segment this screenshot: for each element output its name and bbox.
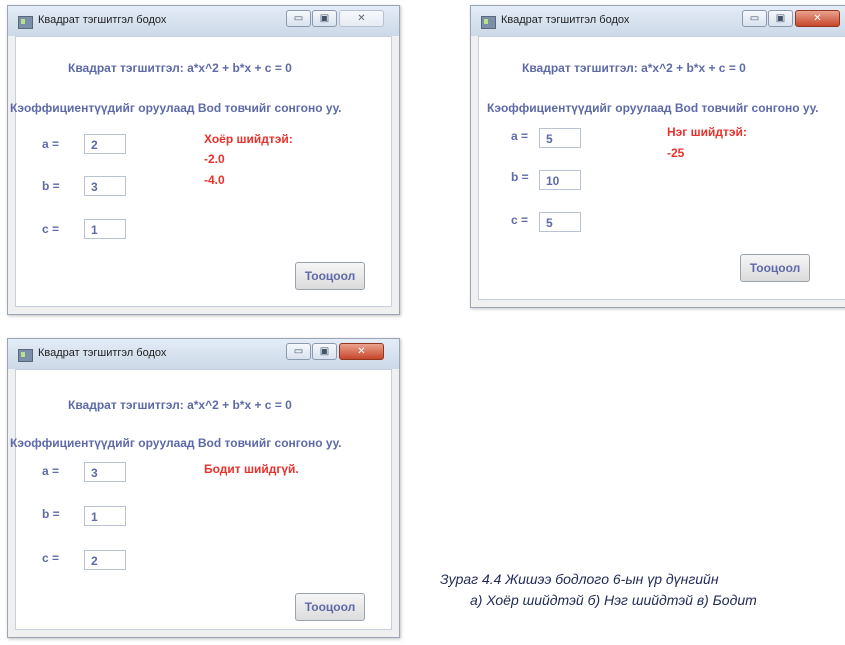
minimize-icon[interactable]: ▭ xyxy=(286,343,311,360)
b-label: b = xyxy=(42,507,60,521)
result-title: Хоёр шийдтэй: xyxy=(204,132,293,146)
figure-caption-line-2: а) Хоёр шийдтэй б) Нэг шийдтэй в) Бодит xyxy=(470,592,757,608)
calculate-button[interactable]: Тооцоол xyxy=(740,254,810,282)
b-input[interactable]: 3 xyxy=(84,176,126,196)
instruction-label: Кэоффициентүүдийг оруулаад Bod товчийг с… xyxy=(10,436,342,450)
title-bar[interactable]: Квадрат тэгшитгэл бодох ▭ ▣ ✕ xyxy=(471,6,845,36)
calculate-button[interactable]: Тооцоол xyxy=(295,593,365,621)
title-bar[interactable]: Квадрат тэгшитгэл бодох ▭ ▣ ✕ xyxy=(8,339,399,369)
calculate-button[interactable]: Тооцоол xyxy=(295,262,365,290)
window-title: Квадрат тэгшитгэл бодох xyxy=(38,347,167,359)
instruction-label: Кэоффициентүүдийг оруулаад Bod товчийг с… xyxy=(487,101,819,115)
minimize-icon[interactable]: ▭ xyxy=(286,10,311,27)
window-client: Квадрат тэгшитгэл: a*x^2 + b*x + c = 0 К… xyxy=(10,369,392,630)
b-label: b = xyxy=(511,170,529,184)
figure-caption-line-1: Зураг 4.4 Жишээ бодлогo 6-ын үр дүнгийн xyxy=(440,571,719,587)
window-title: Квадрат тэгшитгэл бодох xyxy=(501,14,630,26)
title-bar[interactable]: Квадрат тэгшитгэл бодох ▭ ▣ ✕ xyxy=(8,6,399,36)
equation-label: Квадрат тэгшитгэл: a*x^2 + b*x + c = 0 xyxy=(522,61,746,75)
instruction-label: Кэоффициентүүдийг оруулаад Bod товчийг с… xyxy=(10,101,342,115)
a-label: a = xyxy=(511,129,529,143)
app-icon xyxy=(481,16,496,29)
result-title: Нэг шийдтэй: xyxy=(667,125,747,139)
a-input[interactable]: 2 xyxy=(84,134,126,154)
window-client: Квадрат тэгшитгэл: a*x^2 + b*x + c = 0 К… xyxy=(478,36,845,300)
app-icon xyxy=(18,16,33,29)
result-line-1: -2.0 xyxy=(204,152,225,166)
c-input[interactable]: 2 xyxy=(84,550,126,570)
close-icon[interactable]: ✕ xyxy=(795,10,840,27)
app-icon xyxy=(18,349,33,362)
c-label: c = xyxy=(42,551,60,565)
equation-label: Квадрат тэгшитгэл: a*x^2 + b*x + c = 0 xyxy=(68,398,292,412)
result-title: Бодит шийдгүй. xyxy=(204,462,299,476)
b-label: b = xyxy=(42,179,60,193)
window-client: Квадрат тэгшитгэл: a*x^2 + b*x + c = 0 К… xyxy=(10,36,392,307)
window-one-root: Квадрат тэгшитгэл бодох ▭ ▣ ✕ Квадрат тэ… xyxy=(470,5,845,308)
c-input[interactable]: 1 xyxy=(84,219,126,239)
window-two-roots: Квадрат тэгшитгэл бодох ▭ ▣ ✕ Квадрат тэ… xyxy=(7,5,400,315)
close-icon[interactable]: ✕ xyxy=(339,343,384,360)
close-icon[interactable]: ✕ xyxy=(339,10,384,27)
result-line-2: -4.0 xyxy=(204,173,225,187)
maximize-icon[interactable]: ▣ xyxy=(768,10,793,27)
maximize-icon[interactable]: ▣ xyxy=(312,343,337,360)
a-input[interactable]: 3 xyxy=(84,462,126,482)
a-label: a = xyxy=(42,137,60,151)
c-label: c = xyxy=(42,222,60,236)
c-label: c = xyxy=(511,213,529,227)
b-input[interactable]: 10 xyxy=(539,170,581,190)
c-input[interactable]: 5 xyxy=(539,212,581,232)
result-line-1: -25 xyxy=(667,146,685,160)
minimize-icon[interactable]: ▭ xyxy=(742,10,767,27)
window-title: Квадрат тэгшитгэл бодох xyxy=(38,14,167,26)
a-input[interactable]: 5 xyxy=(539,128,581,148)
equation-label: Квадрат тэгшитгэл: a*x^2 + b*x + c = 0 xyxy=(68,61,292,75)
a-label: a = xyxy=(42,464,60,478)
b-input[interactable]: 1 xyxy=(84,506,126,526)
maximize-icon[interactable]: ▣ xyxy=(312,10,337,27)
window-no-real-roots: Квадрат тэгшитгэл бодох ▭ ▣ ✕ Квадрат тэ… xyxy=(7,338,400,638)
